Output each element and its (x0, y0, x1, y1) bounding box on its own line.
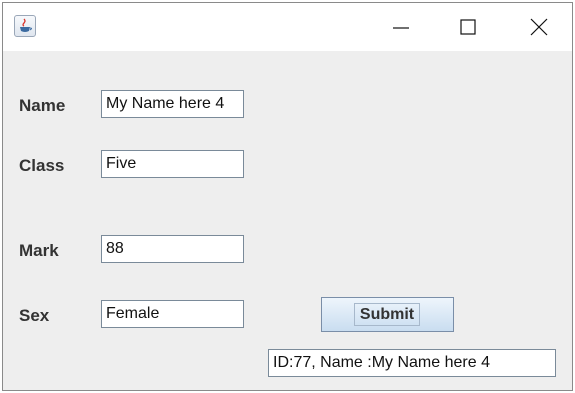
class-label: Class (19, 156, 65, 175)
result-field[interactable]: ID:77, Name :My Name here 4 (268, 349, 556, 377)
submit-button[interactable]: Submit (321, 297, 454, 332)
java-cup-icon[interactable] (14, 15, 36, 37)
title-bar[interactable] (3, 3, 572, 51)
name-field[interactable]: My Name here 4 (101, 90, 244, 118)
mark-label: Mark (19, 241, 59, 260)
mark-field[interactable]: 88 (101, 235, 244, 263)
minimize-icon[interactable] (387, 14, 415, 40)
app-window: Name My Name here 4 Class Five Mark 88 S… (2, 2, 573, 391)
name-label: Name (19, 96, 66, 115)
maximize-icon[interactable] (454, 14, 482, 40)
sex-field[interactable]: Female (101, 300, 244, 328)
submit-button-label: Submit (354, 303, 420, 326)
close-icon[interactable] (525, 14, 553, 40)
sex-label: Sex (19, 306, 50, 325)
class-field[interactable]: Five (101, 150, 244, 178)
